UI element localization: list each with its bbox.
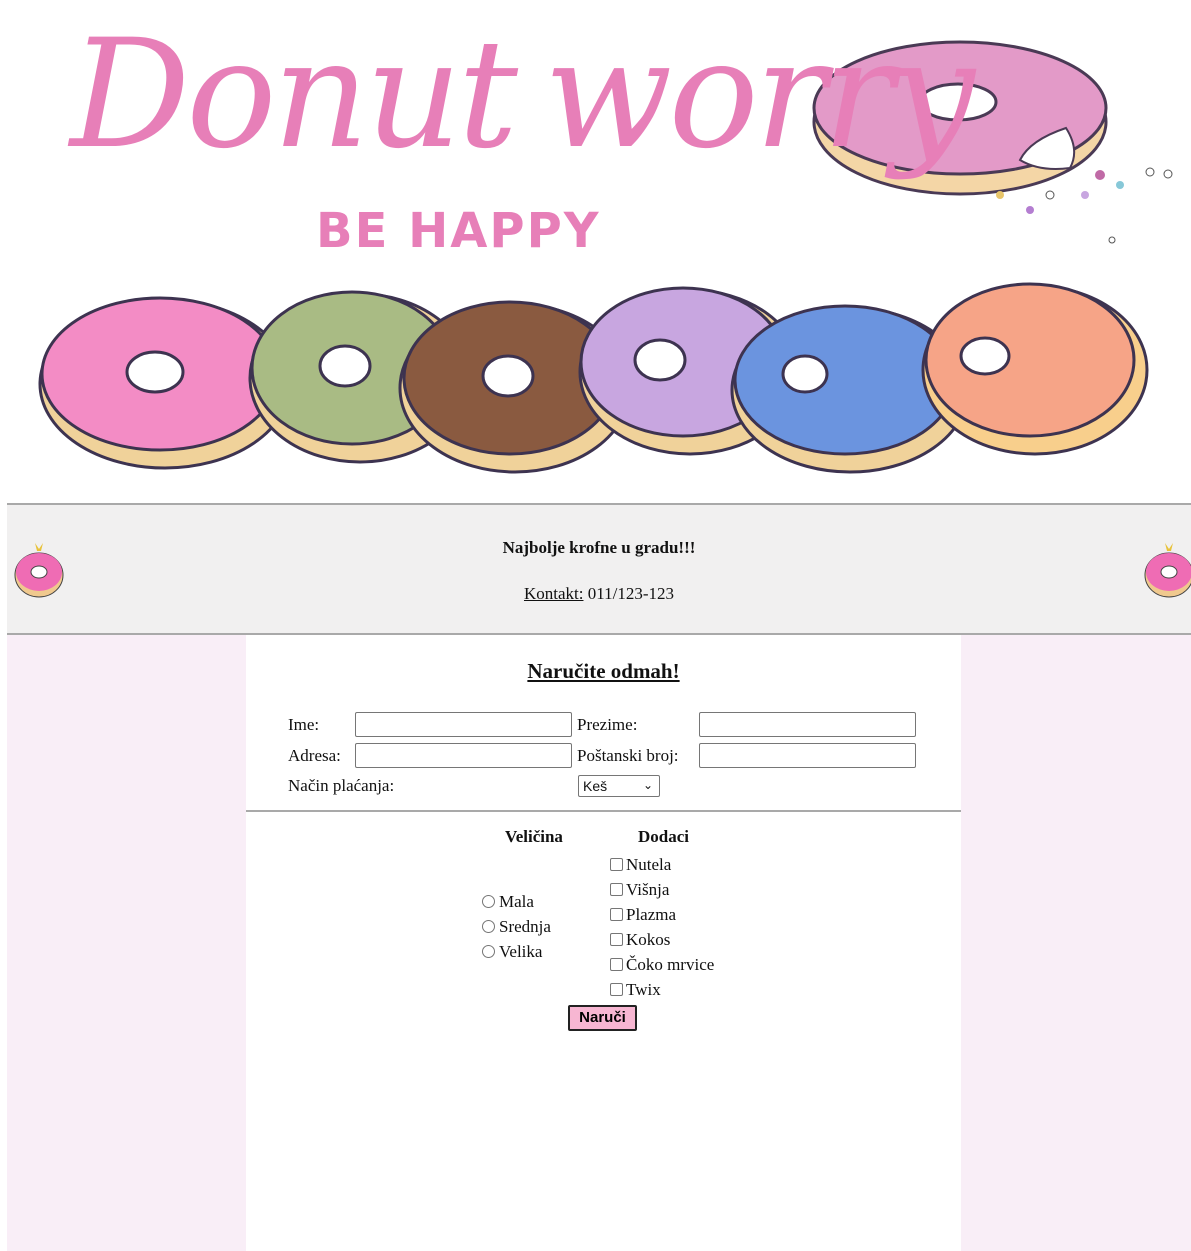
checkbox[interactable]	[610, 858, 623, 871]
checkbox[interactable]	[610, 983, 623, 996]
order-form: Naručite odmah! Ime: Prezime: Adresa: Po…	[246, 635, 961, 1251]
addon-option-nutela[interactable]: Nutela	[610, 854, 671, 876]
hero-banner: Donut worry BE HAPPY	[0, 0, 1191, 503]
addon-option-visnja[interactable]: Višnja	[610, 879, 669, 901]
left-side-panel	[7, 635, 246, 1251]
contact-phone: 011/123-123	[587, 584, 674, 603]
payment-method-select[interactable]: Keš ⌄	[578, 775, 660, 797]
banner-script-title: Donut worry	[70, 20, 975, 170]
submit-order-button[interactable]: Naruči	[568, 1005, 637, 1031]
checkbox[interactable]	[610, 883, 623, 896]
tagline: Najbolje krofne u gradu!!!	[502, 538, 696, 557]
addon-option-label: Čoko mrvice	[626, 955, 715, 974]
size-heading: Veličina	[505, 827, 563, 846]
checkbox[interactable]	[610, 958, 623, 971]
checkbox[interactable]	[610, 933, 623, 946]
form-divider	[246, 810, 961, 812]
addon-option-label: Kokos	[626, 930, 671, 949]
size-option-label: Mala	[499, 892, 534, 911]
form-title: Naručite odmah!	[527, 659, 680, 683]
size-option-srednja[interactable]: Srednja	[482, 916, 551, 938]
addon-option-label: Twix	[626, 980, 661, 999]
size-option-velika[interactable]: Velika	[482, 941, 542, 963]
chevron-down-icon: ⌄	[642, 778, 653, 792]
addon-option-kokos[interactable]: Kokos	[610, 929, 670, 951]
info-header: Najbolje krofne u gradu!!! Kontakt: 011/…	[7, 503, 1191, 635]
address-label: Adresa:	[288, 746, 341, 765]
size-option-label: Srednja	[499, 917, 551, 936]
last-name-input[interactable]	[699, 712, 916, 737]
postal-code-label: Poštanski broj:	[577, 746, 679, 765]
contact-line: Kontakt: 011/123-123	[7, 584, 1191, 604]
radio-button[interactable]	[482, 920, 495, 933]
banner-title-word-2: worry	[544, 8, 975, 182]
size-option-label: Velika	[499, 942, 543, 961]
addon-option-label: Nutela	[626, 855, 672, 874]
addons-heading: Dodaci	[638, 827, 689, 846]
payment-method-value: Keš	[583, 778, 608, 794]
address-input[interactable]	[355, 743, 572, 768]
donut-row-illustration	[38, 282, 1149, 474]
contact-label: Kontakt:	[523, 584, 584, 603]
first-name-label: Ime:	[288, 715, 320, 734]
addon-option-plazma[interactable]: Plazma	[610, 904, 676, 926]
donut-icon	[1144, 543, 1191, 598]
payment-method-label: Način plaćanja:	[288, 776, 395, 795]
postal-code-input[interactable]	[699, 743, 916, 768]
addon-option-label: Plazma	[626, 905, 677, 924]
banner-subtitle: BE HAPPY	[316, 203, 601, 259]
last-name-label: Prezime:	[577, 715, 638, 734]
addon-option-label: Višnja	[626, 880, 670, 899]
radio-button[interactable]	[482, 945, 495, 958]
size-option-mala[interactable]: Mala	[482, 891, 534, 913]
checkbox[interactable]	[610, 908, 623, 921]
right-side-panel	[961, 635, 1191, 1251]
first-name-input[interactable]	[355, 712, 572, 737]
radio-button[interactable]	[482, 895, 495, 908]
addon-option-coko-mrvice[interactable]: Čoko mrvice	[610, 954, 714, 976]
banner-title-word-1: Donut	[70, 8, 518, 182]
addon-option-twix[interactable]: Twix	[610, 979, 661, 1001]
